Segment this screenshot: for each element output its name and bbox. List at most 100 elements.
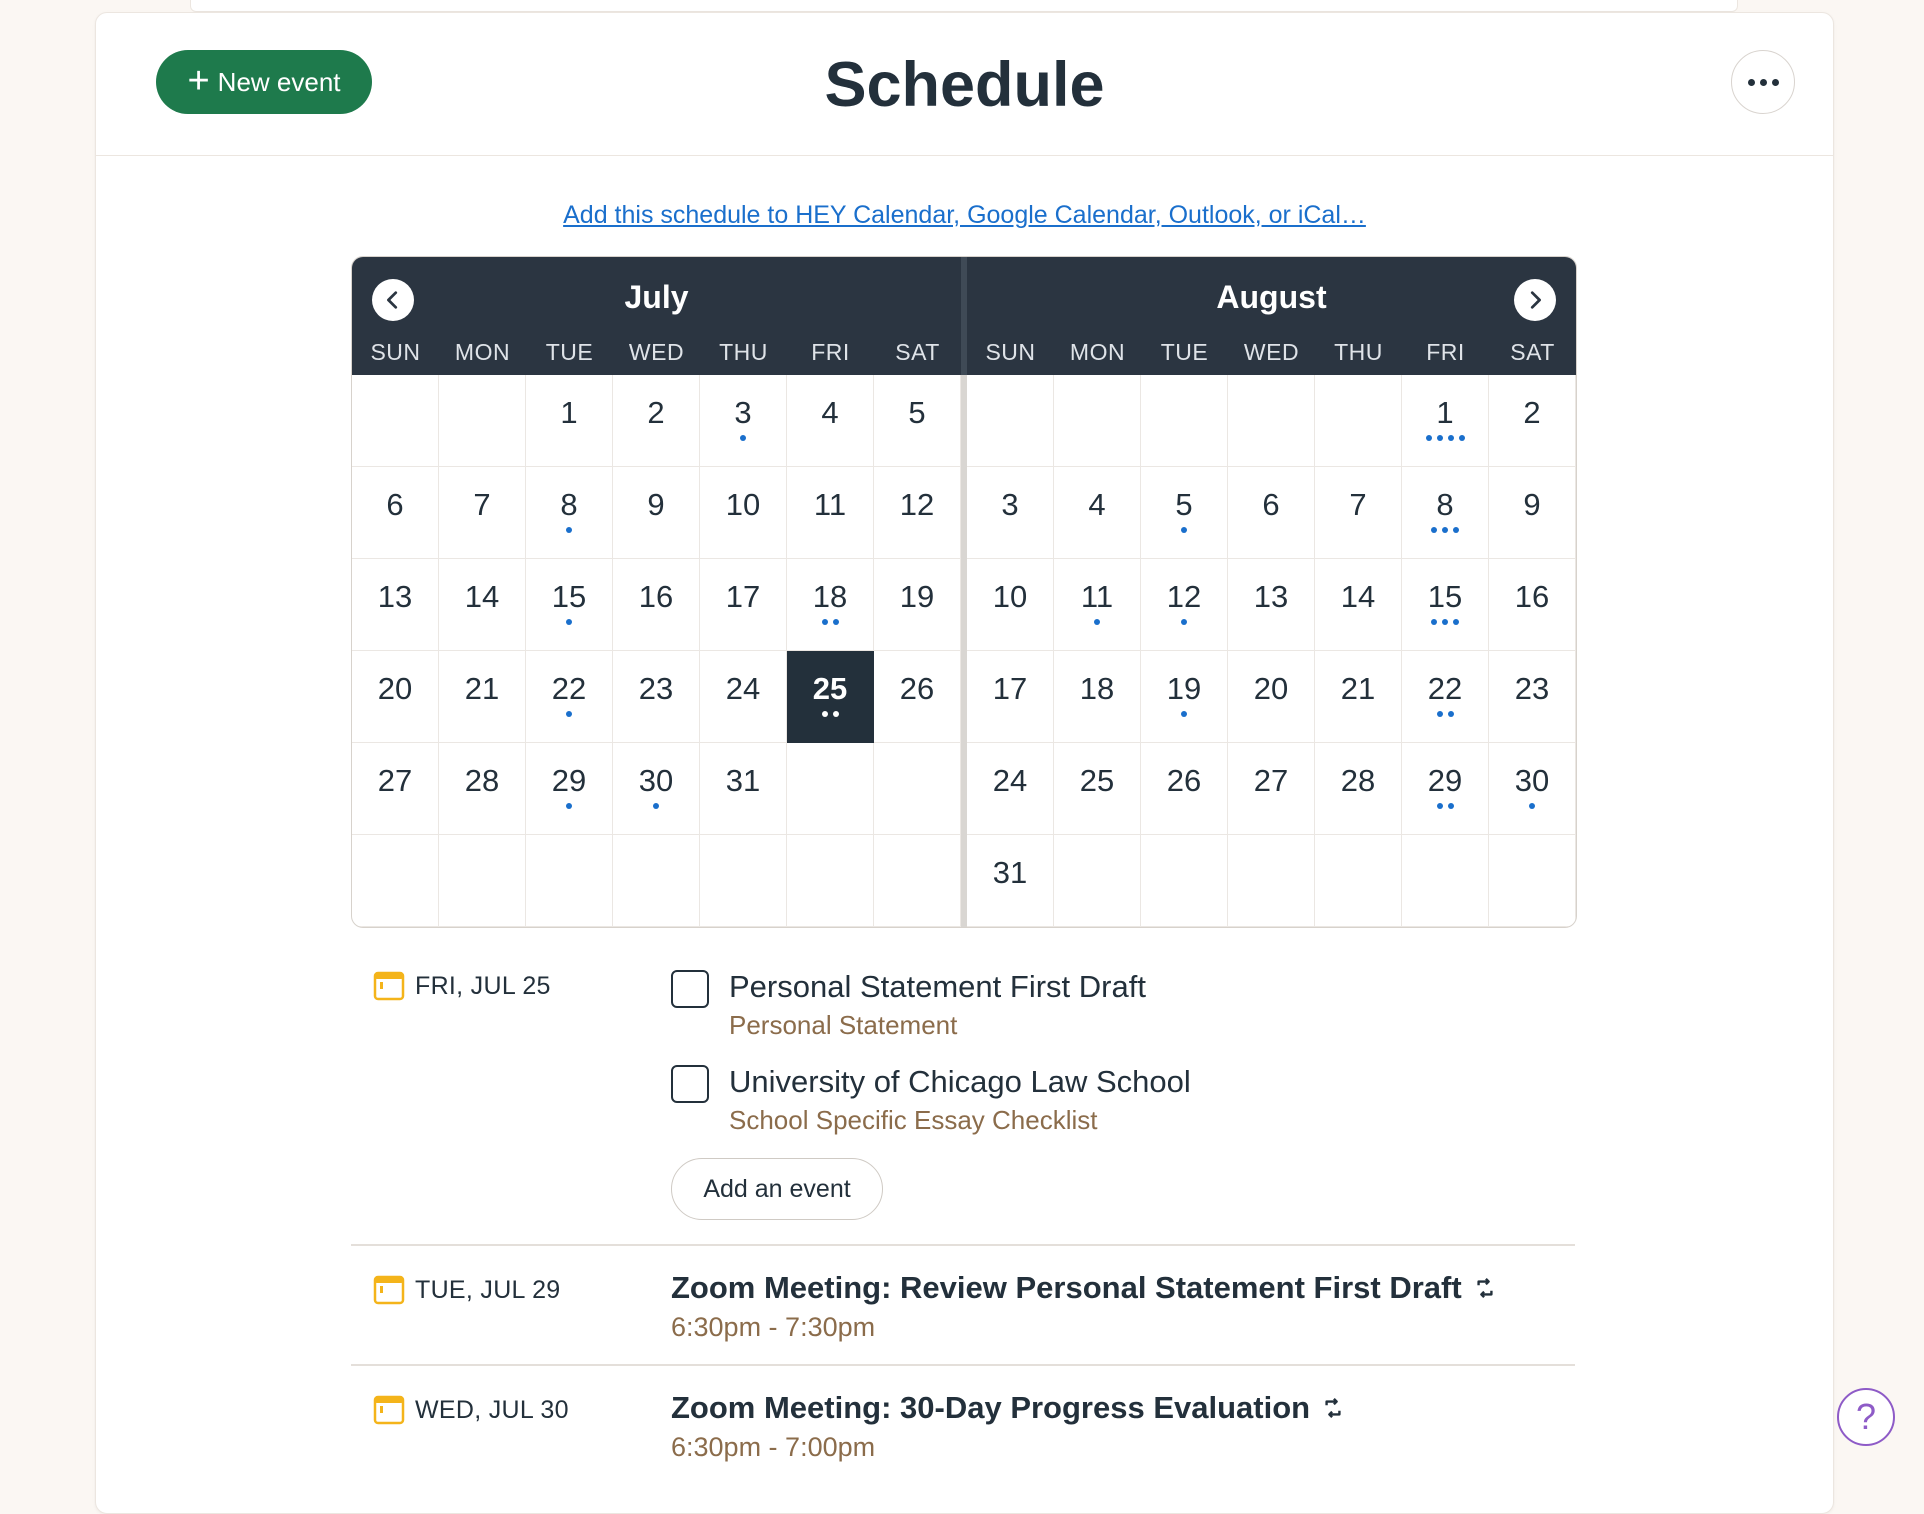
calendar-day-august-5[interactable]: 5: [1141, 467, 1228, 559]
agenda-date: WED, JUL 30: [373, 1394, 569, 1426]
calendar-day-august-11[interactable]: 11: [1054, 559, 1141, 651]
calendar-day-august-4[interactable]: 4: [1054, 467, 1141, 559]
calendar-day-july-21[interactable]: 21: [439, 651, 526, 743]
calendar-empty-cell: [1315, 375, 1402, 467]
calendar-day-august-7[interactable]: 7: [1315, 467, 1402, 559]
agenda-day-jul-25: FRI, JUL 25 Personal Statement First Dra…: [351, 964, 1575, 1224]
calendar-day-august-12[interactable]: 12: [1141, 559, 1228, 651]
day-number: 15: [1427, 579, 1463, 614]
calendar-day-august-17[interactable]: 17: [967, 651, 1054, 743]
calendar-day-july-4[interactable]: 4: [787, 375, 874, 467]
calendar-day-august-1[interactable]: 1: [1402, 375, 1489, 467]
calendar-day-august-18[interactable]: 18: [1054, 651, 1141, 743]
todo-list-name[interactable]: Personal Statement: [729, 1010, 957, 1041]
calendar-day-july-8[interactable]: 8: [526, 467, 613, 559]
calendar-empty-cell: [1054, 835, 1141, 927]
calendar-day-august-8[interactable]: 8: [1402, 467, 1489, 559]
calendar-day-august-28[interactable]: 28: [1315, 743, 1402, 835]
calendar-day-july-19[interactable]: 19: [874, 559, 961, 651]
todo-checkbox[interactable]: [671, 970, 709, 1008]
day-number: 22: [551, 671, 587, 706]
calendar-day-july-1[interactable]: 1: [526, 375, 613, 467]
calendar-day-august-22[interactable]: 22: [1402, 651, 1489, 743]
calendar-empty-cell: [787, 743, 874, 835]
calendar-day-august-13[interactable]: 13: [1228, 559, 1315, 651]
calendar-day-july-2[interactable]: 2: [613, 375, 700, 467]
calendar-day-august-23[interactable]: 23: [1489, 651, 1576, 743]
calendar-day-august-25[interactable]: 25: [1054, 743, 1141, 835]
event-indicator: [526, 803, 612, 809]
calendar-day-august-6[interactable]: 6: [1228, 467, 1315, 559]
calendar-day-july-13[interactable]: 13: [352, 559, 439, 651]
calendar-day-august-16[interactable]: 16: [1489, 559, 1576, 651]
calendar-day-july-29[interactable]: 29: [526, 743, 613, 835]
calendar-day-july-12[interactable]: 12: [874, 467, 961, 559]
day-number: 7: [473, 487, 491, 522]
day-number: 24: [725, 671, 761, 706]
day-number: 1: [560, 395, 578, 430]
calendar-day-august-10[interactable]: 10: [967, 559, 1054, 651]
calendar-day-july-27[interactable]: 27: [352, 743, 439, 835]
calendar-day-august-15[interactable]: 15: [1402, 559, 1489, 651]
day-number: 16: [638, 579, 674, 614]
help-button[interactable]: ?: [1837, 1388, 1895, 1446]
calendar-day-july-22[interactable]: 22: [526, 651, 613, 743]
calendar-day-july-17[interactable]: 17: [700, 559, 787, 651]
calendar-day-july-30[interactable]: 30: [613, 743, 700, 835]
calendar-day-july-16[interactable]: 16: [613, 559, 700, 651]
day-number: 17: [992, 671, 1028, 706]
todo-title[interactable]: University of Chicago Law School: [729, 1064, 1191, 1100]
recurring-icon: [1477, 1277, 1493, 1299]
calendar-day-july-23[interactable]: 23: [613, 651, 700, 743]
day-number: 29: [1427, 763, 1463, 798]
calendar-day-august-21[interactable]: 21: [1315, 651, 1402, 743]
calendar-day-july-7[interactable]: 7: [439, 467, 526, 559]
event-indicator: [526, 711, 612, 717]
calendar-day-july-26[interactable]: 26: [874, 651, 961, 743]
calendar-empty-cell: [526, 835, 613, 927]
calendar-day-july-15[interactable]: 15: [526, 559, 613, 651]
calendar-day-july-5[interactable]: 5: [874, 375, 961, 467]
calendar-day-july-6[interactable]: 6: [352, 467, 439, 559]
calendar-day-august-2[interactable]: 2: [1489, 375, 1576, 467]
day-number: 12: [1166, 579, 1202, 614]
todo-list-name[interactable]: School Specific Essay Checklist: [729, 1105, 1097, 1136]
day-number: 30: [1514, 763, 1550, 798]
calendar-day-july-25[interactable]: 25: [787, 651, 874, 743]
calendar-day-august-9[interactable]: 9: [1489, 467, 1576, 559]
calendar-day-august-19[interactable]: 19: [1141, 651, 1228, 743]
day-number: 11: [1080, 579, 1114, 614]
calendar-day-august-26[interactable]: 26: [1141, 743, 1228, 835]
add-to-calendar-link[interactable]: Add this schedule to HEY Calendar, Googl…: [96, 201, 1833, 230]
day-number: 28: [464, 763, 500, 798]
add-an-event-button[interactable]: Add an event: [671, 1158, 883, 1220]
calendar-day-july-24[interactable]: 24: [700, 651, 787, 743]
calendar-day-august-29[interactable]: 29: [1402, 743, 1489, 835]
calendar-day-august-14[interactable]: 14: [1315, 559, 1402, 651]
calendar-day-july-11[interactable]: 11: [787, 467, 874, 559]
calendar-day-august-31[interactable]: 31: [967, 835, 1054, 927]
calendar-day-july-31[interactable]: 31: [700, 743, 787, 835]
calendar-day-july-9[interactable]: 9: [613, 467, 700, 559]
calendar-day-july-3[interactable]: 3: [700, 375, 787, 467]
calendar-empty-cell: [352, 835, 439, 927]
weekday-header: FRI: [811, 339, 850, 365]
calendar-day-july-10[interactable]: 10: [700, 467, 787, 559]
event-time: 6:30pm - 7:00pm: [671, 1432, 876, 1462]
event-title[interactable]: Zoom Meeting: Review Personal Statement …: [671, 1270, 1496, 1306]
weekday-header: TUE: [1160, 339, 1209, 365]
more-options-button[interactable]: [1731, 50, 1795, 114]
todo-checkbox[interactable]: [671, 1065, 709, 1103]
calendar-day-july-18[interactable]: 18: [787, 559, 874, 651]
next-month-button[interactable]: [1514, 279, 1556, 321]
todo-title[interactable]: Personal Statement First Draft: [729, 969, 1146, 1005]
calendar-day-july-14[interactable]: 14: [439, 559, 526, 651]
calendar-day-august-24[interactable]: 24: [967, 743, 1054, 835]
calendar-day-august-20[interactable]: 20: [1228, 651, 1315, 743]
event-title[interactable]: Zoom Meeting: 30-Day Progress Evaluation: [671, 1390, 1344, 1426]
calendar-day-august-3[interactable]: 3: [967, 467, 1054, 559]
calendar-day-august-27[interactable]: 27: [1228, 743, 1315, 835]
calendar-day-august-30[interactable]: 30: [1489, 743, 1576, 835]
calendar-day-july-28[interactable]: 28: [439, 743, 526, 835]
calendar-day-july-20[interactable]: 20: [352, 651, 439, 743]
